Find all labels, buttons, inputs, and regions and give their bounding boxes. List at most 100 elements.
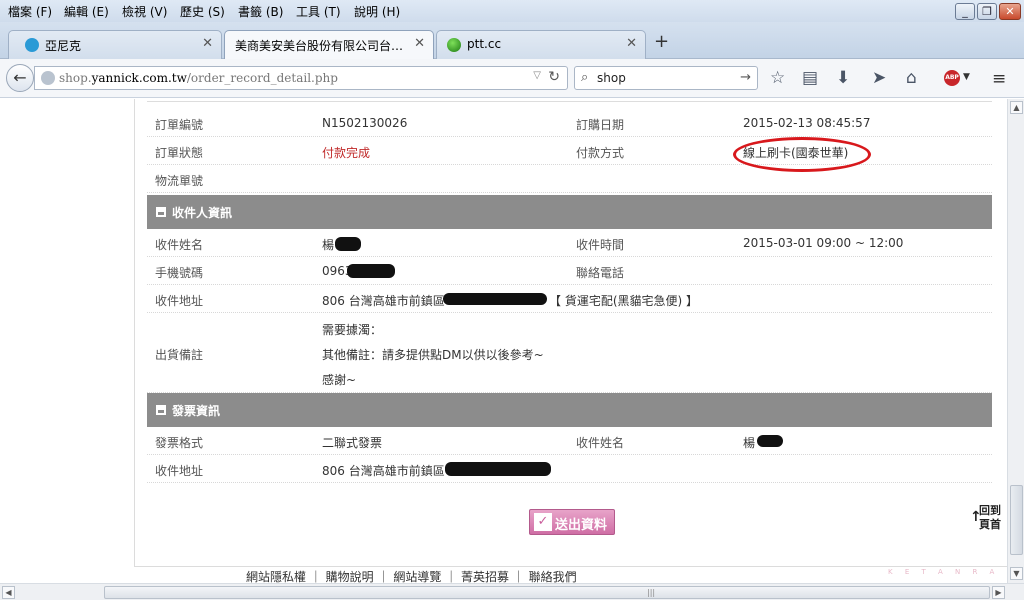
menubar: 檔案 (F) 編輯 (E) 檢視 (V) 歷史 (S) 書籤 (B) 工具 (T…: [0, 0, 1024, 22]
tab-label: 美商美安美台股份有限公司台…: [235, 39, 404, 53]
page-content: 訂單編號 N1502130026 訂購日期 2015-02-13 08:45:5…: [0, 99, 1007, 583]
home-icon[interactable]: ⌂: [906, 68, 917, 88]
hamburger-menu-icon[interactable]: ≡: [992, 69, 1006, 89]
address-label: 收件地址: [155, 294, 204, 308]
note-line: 感謝~: [322, 373, 357, 387]
invoice-format-value: 二聯式發票: [322, 436, 383, 450]
scroll-left-icon[interactable]: ◀: [2, 586, 15, 599]
footer-links: 網站隱私權 ｜ 購物說明 ｜ 網站導覽 ｜ 菁英招募 ｜ 聯絡我們: [246, 570, 577, 583]
close-window-button[interactable]: ✕: [999, 3, 1021, 20]
receive-time-label: 收件時間: [576, 238, 625, 252]
globe-icon: [41, 71, 55, 85]
note-label: 出貨備註: [155, 348, 204, 362]
skype-icon: [25, 38, 39, 52]
submit-button[interactable]: ✓ 送出資料: [529, 509, 615, 535]
invoice-address-label: 收件地址: [155, 464, 204, 478]
new-tab-icon[interactable]: +: [654, 31, 669, 52]
tab-label: ptt.cc: [467, 37, 502, 51]
menu-bookmarks[interactable]: 書籤 (B): [238, 3, 283, 20]
status-label: 訂單狀態: [155, 146, 204, 160]
row-logistics: 物流單號: [147, 165, 992, 193]
section-icon: [156, 405, 166, 415]
row-invoice-format: 發票格式 二聯式發票 收件姓名 楊: [147, 427, 992, 455]
url-text: shop.yannick.com.tw/order_record_detail.…: [59, 71, 338, 85]
divider: [147, 99, 992, 102]
adblock-dropdown-icon[interactable]: ▼: [963, 72, 970, 82]
order-no-value: N1502130026: [322, 116, 408, 130]
payment-label: 付款方式: [576, 146, 625, 160]
menu-help[interactable]: 說明 (H): [354, 3, 400, 20]
row-shipping-note: 出貨備註 需要據濁： 其他備註：請多提供點DM以供以後參考~ 感謝~: [147, 313, 992, 393]
minimize-button[interactable]: _: [955, 3, 975, 20]
search-go-icon[interactable]: →: [740, 70, 751, 85]
menu-edit[interactable]: 編輯 (E): [64, 3, 109, 20]
grip-icon: |||: [647, 588, 656, 597]
search-bar[interactable]: ⌕ shop →: [574, 66, 758, 90]
phone-label: 聯絡電話: [576, 266, 625, 280]
note-line: 需要據濁：: [322, 323, 383, 337]
menu-history[interactable]: 歷史 (S): [180, 3, 225, 20]
send-icon[interactable]: ➤: [872, 68, 886, 88]
close-tab-icon[interactable]: ✕: [626, 36, 637, 51]
url-bar[interactable]: shop.yannick.com.tw/order_record_detail.…: [34, 66, 568, 90]
close-tab-icon[interactable]: ✕: [202, 36, 213, 51]
url-dropdown-icon[interactable]: ▽: [533, 70, 541, 81]
scroll-down-icon[interactable]: ▼: [1010, 567, 1023, 580]
tab-bar: 亞尼克 ✕ 美商美安美台股份有限公司台… ✕ ptt.cc ✕: [0, 22, 1024, 60]
mobile-label: 手機號碼: [155, 266, 204, 280]
scroll-up-icon[interactable]: ▲: [1010, 101, 1023, 114]
redaction-mark: [445, 462, 551, 476]
recipient-name-value: 楊: [322, 238, 335, 252]
order-no-label: 訂單編號: [155, 118, 204, 132]
menu-tools[interactable]: 工具 (T): [296, 3, 341, 20]
submit-label: 送出資料: [555, 518, 608, 533]
menu-view[interactable]: 檢視 (V): [122, 3, 167, 20]
tab-yannick[interactable]: 亞尼克 ✕: [8, 30, 222, 59]
recipient-name-label: 收件姓名: [155, 238, 204, 252]
navigation-bar: shop.yannick.com.tw/order_record_detail.…: [0, 59, 1024, 98]
horizontal-scrollbar[interactable]: ◀ ||| ▶: [0, 583, 1024, 600]
scroll-right-icon[interactable]: ▶: [992, 586, 1005, 599]
row-invoice-address: 收件地址 806 台灣高雄市前鎮區: [147, 455, 992, 483]
invoice-format-label: 發票格式: [155, 436, 204, 450]
reading-list-icon[interactable]: ▤: [802, 68, 818, 88]
order-date-label: 訂購日期: [576, 118, 625, 132]
footer-link-sitemap[interactable]: 網站導覽: [393, 570, 441, 583]
back-button[interactable]: ←: [6, 64, 34, 92]
vertical-scrollbar[interactable]: ▲ ▼: [1007, 99, 1024, 583]
tab-shop[interactable]: 美商美安美台股份有限公司台… ✕: [224, 30, 434, 60]
close-tab-icon[interactable]: ✕: [414, 36, 425, 51]
invoice-section-header: 發票資訊: [147, 393, 992, 427]
back-to-top-line1: 回到: [979, 504, 1001, 517]
footer-link-careers[interactable]: 菁英招募: [461, 570, 509, 583]
footer-link-shopping-guide[interactable]: 購物說明: [326, 570, 374, 583]
address-value: 806 台灣高雄市前鎮區: [322, 294, 445, 308]
row-recipient-name: 收件姓名 楊 收件時間 2015-03-01 09:00 ~ 12:00: [147, 229, 992, 257]
order-date-value: 2015-02-13 08:45:57: [743, 116, 871, 130]
vertical-scroll-thumb[interactable]: [1010, 485, 1023, 555]
restore-button[interactable]: ❐: [977, 3, 997, 20]
invoice-name-value: 楊: [743, 436, 756, 450]
check-icon: ✓: [534, 513, 552, 531]
bookmark-star-icon[interactable]: ☆: [770, 68, 785, 88]
section-icon: [156, 207, 166, 217]
redaction-mark: [335, 237, 361, 251]
download-icon[interactable]: ⬇: [836, 68, 850, 88]
tab-ptt[interactable]: ptt.cc ✕: [436, 30, 646, 59]
status-value: 付款完成: [322, 146, 371, 160]
search-input[interactable]: shop: [597, 71, 626, 85]
redaction-mark: [347, 264, 395, 278]
logistics-label: 物流單號: [155, 174, 204, 188]
recipient-section-header: 收件人資訊: [147, 195, 992, 229]
search-icon: ⌕: [581, 70, 589, 85]
footer-link-privacy[interactable]: 網站隱私權: [246, 570, 306, 583]
footer-link-contact[interactable]: 聯絡我們: [529, 570, 577, 583]
delivery-method: 【 貨運宅配(黑貓宅急便) 】: [549, 294, 698, 308]
reload-icon[interactable]: ↻: [548, 69, 560, 85]
menu-file[interactable]: 檔案 (F): [8, 3, 52, 20]
row-order-no: 訂單編號 N1502130026 訂購日期 2015-02-13 08:45:5…: [147, 109, 992, 137]
note-line: 其他備註：請多提供點DM以供以後參考~: [322, 348, 544, 362]
redaction-mark: [757, 435, 783, 447]
horizontal-scroll-thumb[interactable]: |||: [104, 586, 990, 599]
adblock-icon[interactable]: ABP: [944, 70, 960, 86]
